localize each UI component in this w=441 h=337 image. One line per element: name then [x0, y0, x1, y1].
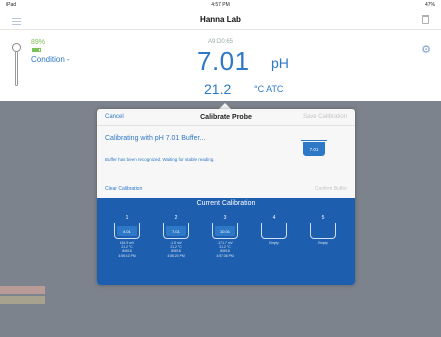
buffer-cup-icon	[261, 223, 287, 239]
current-buffer-icon: 7.01	[301, 140, 327, 156]
slot-number: 5	[321, 215, 325, 221]
buffer-cup-icon: 7.01	[163, 223, 189, 239]
slot-status: Empty	[318, 241, 328, 245]
dialog-header: Cancel Calibrate Probe Save Calibration	[97, 109, 355, 126]
slot-number: 1	[125, 215, 129, 221]
calibration-status: Buffer has been recognized. Waiting for …	[105, 157, 215, 162]
calibration-slot: 2 7.01 -1.5 mV 21.2 °C 8/8/18 4:56:20 PM	[158, 215, 194, 258]
gear-icon[interactable]: ⚙	[421, 43, 431, 56]
ph-unit: pH	[271, 55, 289, 71]
menu-icon[interactable]	[12, 16, 21, 27]
slot-buffer: 10.01	[215, 226, 235, 236]
navigation-bar: Hanna Lab	[0, 10, 441, 30]
probe-id: A9:D0:65	[207, 39, 234, 45]
page-title: Hanna Lab	[200, 15, 241, 24]
buffer-cup-icon: 4.01	[114, 223, 140, 239]
slot-time: 4:56:20 PM	[167, 253, 185, 258]
calibration-slot: 3 10.01 -171.7 mV 21.2 °C 8/8/18 4:57:38…	[207, 215, 243, 258]
slot-time: 4:57:38 PM	[216, 253, 234, 258]
slot-buffer: 4.01	[117, 226, 137, 236]
slot-status: Empty	[269, 241, 279, 245]
confirm-buffer-button[interactable]: Confirm Buffer	[315, 186, 347, 192]
probe-icon	[12, 43, 21, 89]
buffer-cup-icon: 10.01	[212, 223, 238, 239]
buffer-cup-icon	[310, 223, 336, 239]
probe-condition[interactable]: Condition -	[31, 55, 70, 64]
ph-value: 7.01	[197, 46, 250, 76]
calibration-message: Calibrating with pH 7.01 Buffer...	[105, 135, 206, 142]
calibration-slots: 1 4.01 181.9 mV 21.2 °C 8/8/18 4:55:10 P…	[109, 215, 341, 258]
slot-time: 4:55:10 PM	[118, 253, 136, 258]
reading-panel: 89% Condition - A9:D0:65 7.01 pH 21.2 °C…	[0, 31, 441, 101]
status-bar: iPad 4:57 PM 47%	[0, 0, 441, 10]
calibration-panel-title: Current Calibration	[196, 200, 256, 207]
current-calibration-panel: Current Calibration 1 4.01 181.9 mV 21.2…	[97, 198, 355, 285]
clear-calibration-button[interactable]: Clear Calibration	[105, 186, 142, 192]
save-calibration-button[interactable]: Save Calibration	[303, 114, 347, 120]
calibration-slot: 4 Empty	[256, 215, 292, 258]
clock: 4:57 PM	[211, 2, 230, 8]
calibrate-probe-dialog: Cancel Calibrate Probe Save Calibration …	[97, 109, 355, 285]
slot-number: 2	[174, 215, 178, 221]
slot-number: 4	[272, 215, 276, 221]
slot-buffer: 7.01	[166, 226, 186, 236]
temperature-unit: °C ATC	[254, 84, 284, 94]
temperature-value: 21.2	[204, 81, 232, 97]
trash-icon[interactable]	[422, 15, 429, 24]
calibration-slot: 5 Empty	[305, 215, 341, 258]
probe-battery-icon	[32, 48, 41, 52]
cancel-button[interactable]: Cancel	[105, 114, 124, 120]
slot-number: 3	[223, 215, 227, 221]
calibration-slot: 1 4.01 181.9 mV 21.2 °C 8/8/18 4:55:10 P…	[109, 215, 145, 258]
